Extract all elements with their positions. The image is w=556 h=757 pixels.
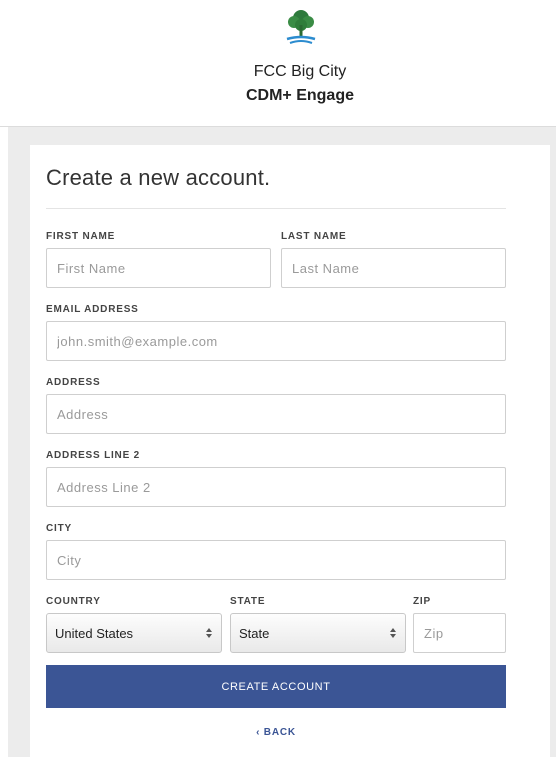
email-input[interactable] [46, 321, 506, 361]
address-label: ADDRESS [46, 377, 101, 388]
signup-card: Create a new account. FIRST NAME LAST NA… [30, 145, 550, 757]
back-link[interactable]: ‹ BACK [30, 727, 522, 738]
site-header: FCC Big City CDM+ Engage [0, 0, 556, 127]
first-name-input[interactable] [46, 248, 271, 288]
app-name: CDM+ Engage [245, 87, 354, 104]
city-input[interactable] [46, 540, 506, 580]
updown-arrows-icon [390, 628, 396, 638]
zip-label: ZIP [413, 596, 431, 607]
country-select[interactable]: United States [46, 613, 222, 653]
last-name-input[interactable] [281, 248, 506, 288]
page-title: Create a new account. [46, 165, 271, 190]
address-line-2-label: ADDRESS LINE 2 [46, 450, 140, 461]
state-select-value: State [239, 625, 270, 641]
updown-arrows-icon [206, 628, 212, 638]
address-input[interactable] [46, 394, 506, 434]
country-select-value: United States [55, 625, 134, 641]
first-name-label: FIRST NAME [46, 231, 116, 242]
tree-logo-icon [286, 10, 316, 44]
country-label: COUNTRY [46, 596, 101, 607]
last-name-label: LAST NAME [281, 231, 347, 242]
email-label: EMAIL ADDRESS [46, 304, 139, 315]
title-divider [46, 208, 506, 209]
state-label: STATE [230, 596, 266, 607]
create-account-button[interactable]: CREATE ACCOUNT [46, 665, 506, 708]
organization-name: FCC Big City [253, 63, 347, 80]
city-label: CITY [46, 523, 72, 534]
zip-input[interactable] [413, 613, 506, 653]
address-line-2-input[interactable] [46, 467, 506, 507]
state-select[interactable]: State [230, 613, 406, 653]
